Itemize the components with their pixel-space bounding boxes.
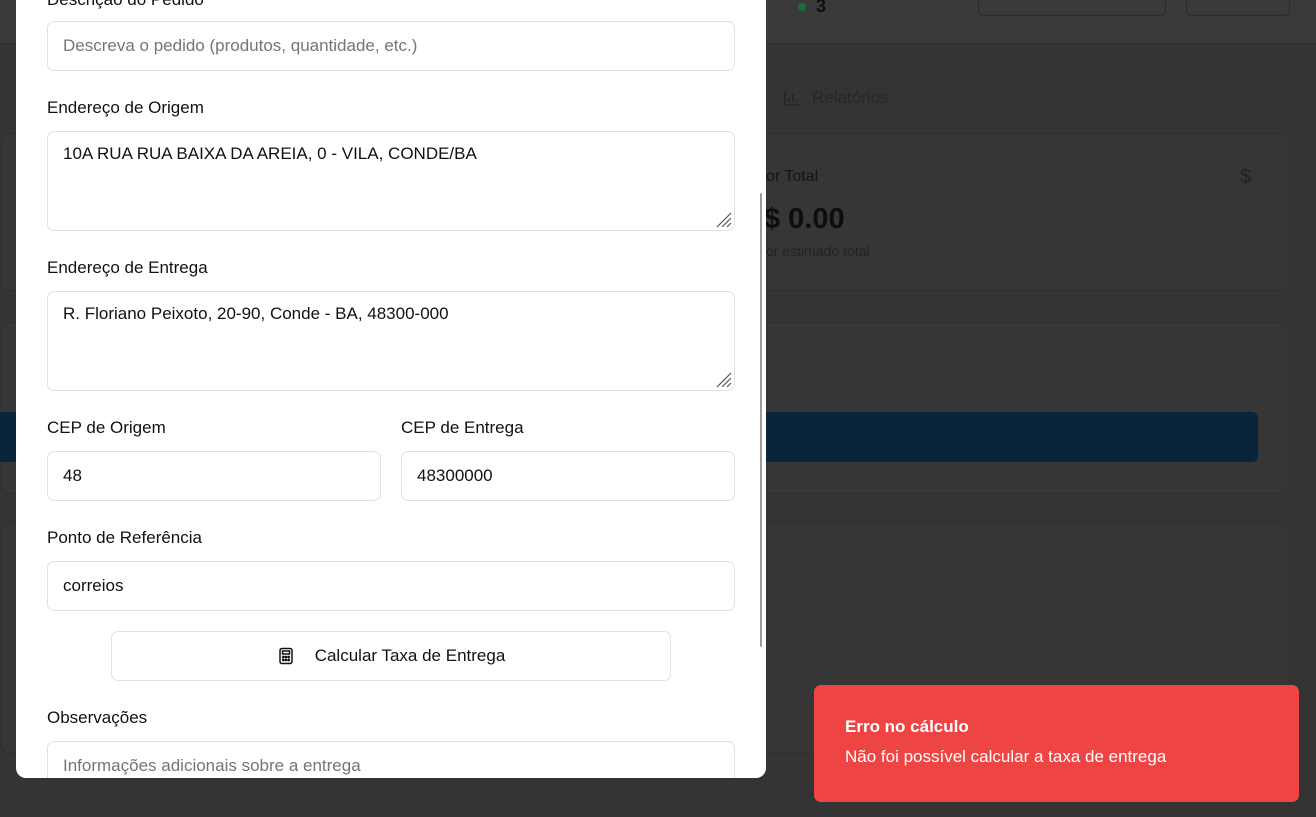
online-count: 3 — [816, 0, 827, 16]
notes-input[interactable]: Informações adicionais sobre a entrega — [47, 741, 735, 778]
origin-cep-label: CEP de Origem — [47, 418, 166, 437]
tab-reports: Relatórios — [782, 88, 889, 108]
delivery-cep-value: 48300000 — [417, 466, 493, 485]
toast-title: Erro no cálculo — [845, 717, 969, 736]
notes-placeholder: Informações adicionais sobre a entrega — [63, 756, 361, 775]
total-value-label: or Total — [766, 168, 819, 185]
origin-address-label: Endereço de Origem — [47, 98, 204, 117]
delivery-cep-label: CEP de Entrega — [401, 418, 524, 437]
reference-value: correios — [63, 576, 124, 595]
description-placeholder: Descreva o pedido (produtos, quantidade,… — [63, 36, 418, 55]
calculate-fee-button[interactable]: Calcular Taxa de Entrega — [111, 631, 671, 681]
delivery-address-textarea[interactable]: R. Floriano Peixoto, 20-90, Conde - BA, … — [47, 291, 735, 391]
calculate-fee-label: Calcular Taxa de Entrega — [314, 646, 506, 665]
online-counter: 3 — [798, 0, 826, 17]
total-value: $ 0.00 — [764, 203, 845, 235]
reference-input[interactable]: correios — [47, 561, 735, 611]
tab-reports-label: Relatórios — [812, 88, 889, 107]
modal-scroll-area[interactable]: Descrição do Pedido Descreva o pedido (p… — [16, 0, 766, 778]
origin-address-value: 10A RUA RUA BAIXA DA AREIA, 0 - VILA, CO… — [63, 144, 477, 163]
delivery-address-label: Endereço de Entrega — [47, 258, 208, 277]
resize-handle-icon[interactable] — [714, 370, 732, 388]
error-toast[interactable]: Erro no cálculo Não foi possível calcula… — [814, 685, 1299, 802]
bar-chart-icon — [784, 91, 799, 106]
header-button — [978, 0, 1166, 16]
dollar-icon: $ — [1240, 166, 1252, 188]
toast-message: Não foi possível calcular a taxa de entr… — [845, 747, 1167, 766]
description-input[interactable]: Descreva o pedido (produtos, quantidade,… — [47, 21, 735, 71]
origin-cep-input[interactable]: 48 — [47, 451, 381, 501]
delivery-cep-input[interactable]: 48300000 — [401, 451, 735, 501]
modal-scrollbar[interactable] — [760, 193, 762, 647]
delivery-address-value: R. Floriano Peixoto, 20-90, Conde - BA, … — [63, 304, 449, 323]
origin-cep-value: 48 — [63, 466, 82, 485]
description-label: Descrição do Pedido — [47, 0, 204, 10]
new-order-modal: Descrição do Pedido Descreva o pedido (p… — [16, 0, 766, 778]
total-value-subtitle: or estimado total — [766, 243, 870, 259]
origin-address-textarea[interactable]: 10A RUA RUA BAIXA DA AREIA, 0 - VILA, CO… — [47, 131, 735, 231]
status-dot-icon — [798, 2, 806, 11]
reference-label: Ponto de Referência — [47, 528, 202, 547]
calculator-icon — [278, 647, 293, 665]
header-button-secondary — [1186, 0, 1290, 16]
notes-label: Observações — [47, 708, 148, 727]
resize-handle-icon[interactable] — [714, 210, 732, 228]
